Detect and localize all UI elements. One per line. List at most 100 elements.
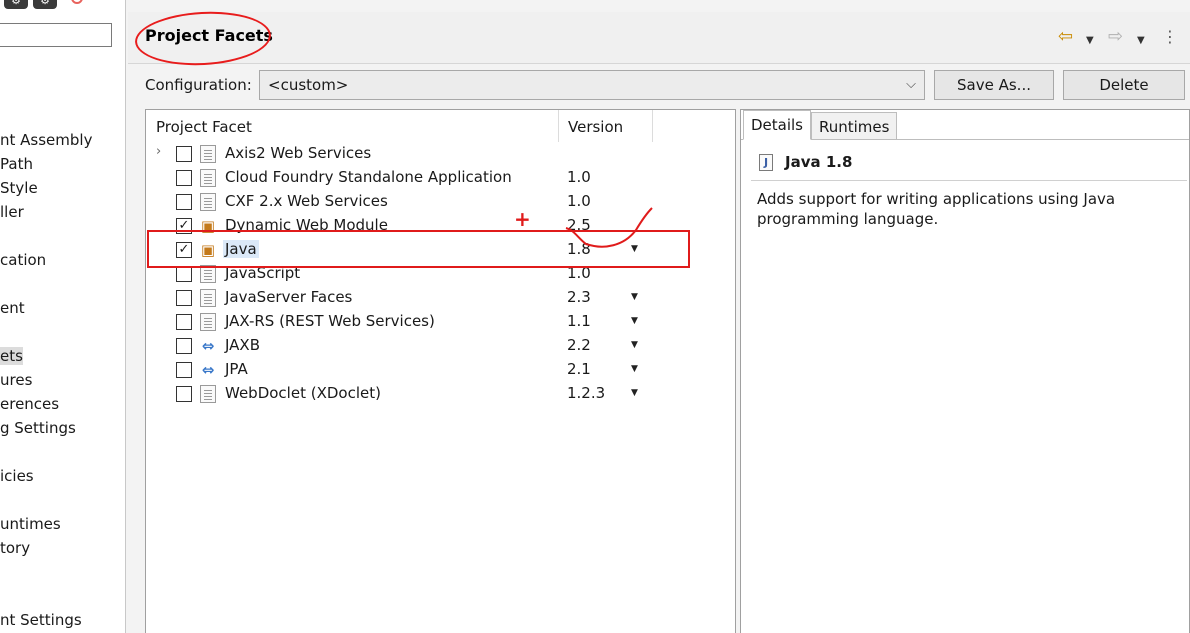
column-divider[interactable] [652,110,653,142]
tab-runtimes[interactable]: Runtimes [811,112,898,140]
detail-divider [751,180,1187,181]
version-dropdown-icon[interactable]: ▼ [631,364,638,374]
sidebar-item-label: ures [0,371,33,389]
sidebar-item-label: nt Assembly [0,131,93,149]
sidebar-item[interactable]: nt Settings [0,609,82,631]
version-dropdown-icon[interactable]: ▼ [631,292,638,302]
facet-checkbox[interactable] [176,266,192,282]
facet-row[interactable]: CXF 2.x Web Services 1.0 [146,190,735,214]
facet-version[interactable]: 1.1 [567,312,591,330]
sidebar-item[interactable]: Path [0,153,33,175]
column-divider[interactable] [558,110,559,142]
facet-name: JavaScript [225,264,301,282]
column-header-facet[interactable]: Project Facet [156,118,252,136]
facet-checkbox[interactable] [176,290,192,306]
detail-title: Java 1.8 [785,153,853,171]
facet-row[interactable]: ✓ ▣ Dynamic Web Module 2.5 [146,214,735,238]
facet-checkbox[interactable]: ✓ [176,242,192,258]
facet-row[interactable]: WebDoclet (XDoclet) 1.2.3 ▼ [146,382,735,406]
facet-checkbox[interactable] [176,386,192,402]
facet-version[interactable]: 2.3 [567,288,591,306]
sidebar-item-label: ller [0,203,24,221]
details-pane: Details Runtimes J Java 1.8 Adds support… [740,109,1190,633]
facet-checkbox[interactable] [176,194,192,210]
facet-row[interactable]: JAX-RS (REST Web Services) 1.1 ▼ [146,310,735,334]
facet-row[interactable]: › Axis2 Web Services [146,142,735,166]
sidebar-item[interactable]: ller [0,201,24,223]
sidebar-item[interactable]: nt Assembly [0,129,92,151]
toolbar-icon[interactable]: ⚙ [33,0,57,9]
facet-checkbox[interactable] [176,338,192,354]
version-dropdown-icon[interactable]: ▼ [631,316,638,326]
document-icon [200,265,216,283]
facet-version: 1.0 [567,192,591,210]
document-icon [200,313,216,331]
facet-checkbox[interactable] [176,314,192,330]
configuration-select[interactable]: <custom> ⌵ [259,70,925,100]
toolbar-icon[interactable]: ⚙ [4,0,28,9]
facet-checkbox[interactable] [176,146,192,162]
sidebar-item[interactable]: g Settings [0,417,76,439]
facet-name: JPA [225,360,248,378]
facet-checkbox[interactable] [176,170,192,186]
arrows-icon: ⇔ [201,361,215,379]
facet-version[interactable]: 2.2 [567,336,591,354]
sidebar-item[interactable]: erences [0,393,59,415]
sidebar-item-label: cation [0,251,47,269]
facet-version[interactable]: 1.2.3 [567,384,605,402]
view-menu-icon[interactable]: ⋮ [1162,28,1178,46]
sidebar-item-label: tory [0,539,31,557]
facet-row[interactable]: ✓ ▣ Java 1.8 ▼ [146,238,735,262]
facet-checkbox[interactable]: ✓ [176,218,192,234]
sidebar-item-label: icies [0,467,34,485]
filter-input[interactable] [0,23,112,47]
sidebar-item[interactable]: Style [0,177,38,199]
column-header-version[interactable]: Version [568,118,623,136]
project-properties-window: ⚙ ⚙ nt Assembly Path Style ller cation ent ets… [0,0,1190,633]
record-icon[interactable] [71,0,83,4]
detail-description: Adds support for writing applications us… [757,190,1116,228]
tab-details[interactable]: Details [743,110,812,140]
sidebar-item-label: g Settings [0,419,76,437]
facet-version[interactable]: 1.8 [567,240,591,258]
sidebar-item[interactable]: untimes [0,513,61,535]
facet-name: Dynamic Web Module [225,216,388,234]
dropdown-icon[interactable]: ▼ [1137,32,1145,50]
facet-row[interactable]: JavaScript 1.0 [146,262,735,286]
sidebar-item[interactable]: icies [0,465,34,487]
document-icon [200,289,216,307]
dropdown-icon[interactable]: ▼ [1086,32,1094,50]
locked-module-icon: ▣ [200,241,216,259]
facet-row[interactable]: ⇔ JAXB 2.2 ▼ [146,334,735,358]
sidebar-item[interactable]: cation [0,249,46,271]
facet-name: WebDoclet (XDoclet) [225,384,381,402]
delete-button[interactable]: Delete [1063,70,1185,100]
facet-row[interactable]: ⇔ JPA 2.1 ▼ [146,358,735,382]
facet-version: 1.0 [567,264,591,282]
document-icon [200,193,216,211]
forward-arrow-icon[interactable]: ⇨ [1108,28,1123,46]
facet-name: CXF 2.x Web Services [225,192,388,210]
sidebar-item[interactable]: tory [0,537,30,559]
version-dropdown-icon[interactable]: ▼ [631,244,638,254]
sidebar-item[interactable]: ets [0,345,23,367]
plus-annotation: + [514,207,531,231]
chevron-down-icon: ⌵ [906,77,916,92]
sidebar-item[interactable]: ures [0,369,32,391]
facet-row[interactable]: JavaServer Faces 2.3 ▼ [146,286,735,310]
save-as-button[interactable]: Save As... [934,70,1054,100]
version-dropdown-icon[interactable]: ▼ [631,388,638,398]
sidebar-item[interactable]: ent [0,297,25,319]
document-icon [200,145,216,163]
facet-version: 2.5 [567,216,591,234]
facet-row[interactable]: Cloud Foundry Standalone Application 1.0 [146,166,735,190]
facet-table: Project Facet Version › Axis2 Web Service… [145,109,736,633]
facet-checkbox[interactable] [176,362,192,378]
version-dropdown-icon[interactable]: ▼ [631,340,638,350]
sidebar-item-label: Path [0,155,33,173]
back-arrow-icon[interactable]: ⇦ [1058,28,1073,46]
page-title: Project Facets [145,26,273,45]
sidebar-item-label: nt Settings [0,611,82,629]
facet-version[interactable]: 2.1 [567,360,591,378]
expand-icon[interactable]: › [156,144,161,159]
